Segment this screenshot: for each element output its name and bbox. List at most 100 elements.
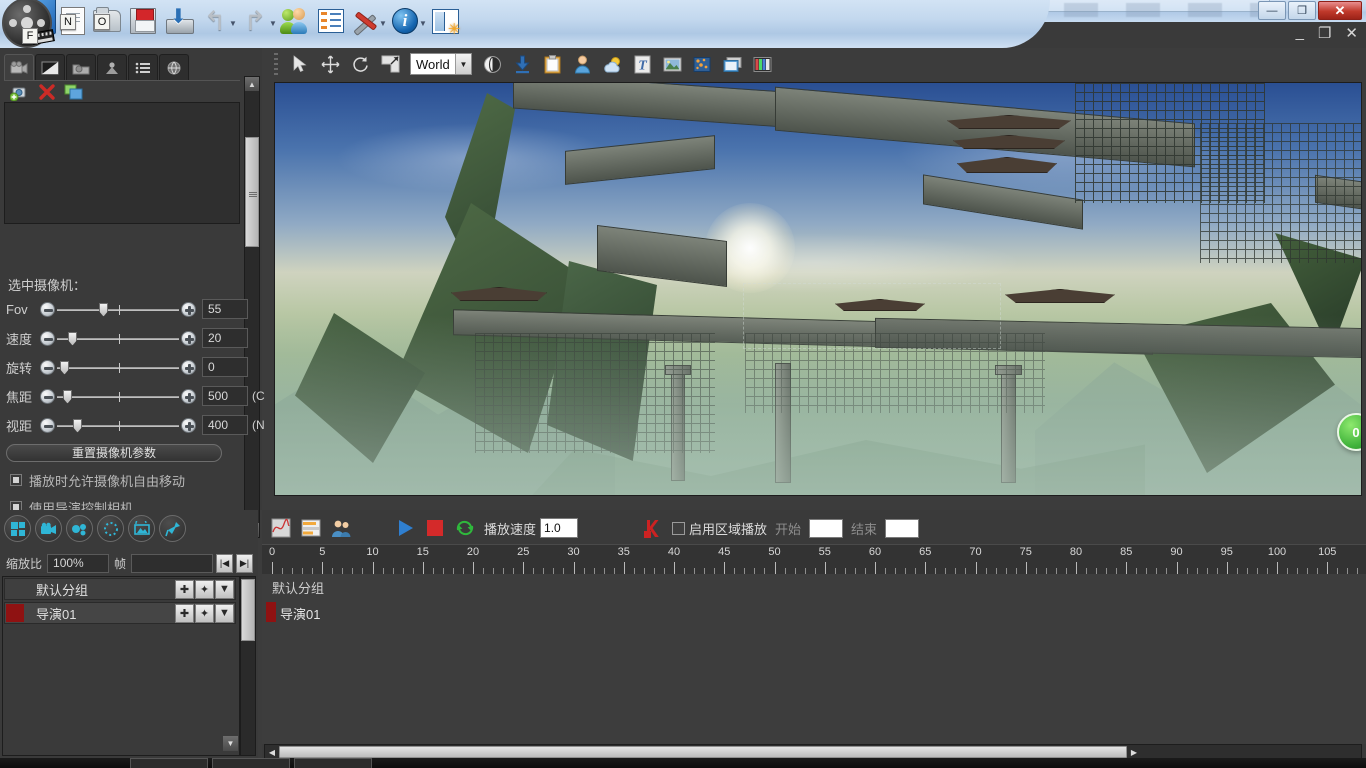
camera-list[interactable] (4, 102, 240, 224)
director-keyframe-button[interactable]: ✦ (195, 603, 214, 623)
zoom-ratio-input[interactable]: 100% (47, 553, 110, 573)
curve-editor-button[interactable] (266, 515, 296, 541)
director-menu-button[interactable]: ▼ (215, 603, 234, 623)
track-scrollbar-thumb[interactable] (241, 579, 255, 641)
weather-sky-button[interactable] (598, 51, 626, 77)
viewdistance-value-input[interactable]: 400 (202, 415, 248, 435)
track-list-scrollbar[interactable] (240, 576, 256, 756)
scrollbar-thumb[interactable] (245, 137, 259, 247)
region-start-input[interactable] (809, 518, 844, 538)
scale-tool-button[interactable] (376, 51, 404, 77)
rotation-increase-button[interactable] (181, 359, 196, 375)
loop-playback-button[interactable] (450, 515, 480, 541)
director-add-button[interactable]: ✚ (175, 603, 194, 623)
focal-slider-track[interactable] (57, 389, 179, 404)
focal-decrease-button[interactable] (40, 388, 55, 404)
save-as-button[interactable] (162, 4, 196, 38)
fov-slider-thumb[interactable] (99, 302, 108, 317)
speed-decrease-button[interactable] (40, 330, 55, 346)
taskbar-item[interactable] (212, 758, 290, 768)
maximize-button[interactable]: ❐ (1288, 1, 1316, 20)
clipboard-button[interactable] (538, 51, 566, 77)
undo-dropdown-caret-icon[interactable]: ▼ (228, 19, 238, 29)
tab-scene-folder[interactable] (66, 54, 96, 80)
select-tool-button[interactable] (286, 51, 314, 77)
timeline-characters-button[interactable] (326, 515, 356, 541)
particles-button[interactable] (688, 51, 716, 77)
viewdistance-increase-button[interactable] (181, 417, 196, 433)
app-restore-button[interactable]: ❐ (1318, 24, 1331, 42)
new-window-button[interactable] (428, 4, 462, 38)
info-button[interactable]: i (388, 4, 422, 38)
add-text-button[interactable]: T (628, 51, 656, 77)
go-to-last-frame-button[interactable]: ▶| (236, 553, 254, 573)
tools-button[interactable] (348, 4, 382, 38)
app-minimize-button[interactable]: _ (1296, 24, 1304, 42)
group-add-button[interactable]: ✚ (175, 579, 194, 599)
scroll-up-icon[interactable]: ▲ (245, 77, 259, 91)
screen-layers-button[interactable] (718, 51, 746, 77)
stop-button[interactable] (420, 515, 450, 541)
speed-increase-button[interactable] (181, 330, 196, 346)
speed-value-input[interactable]: 20 (202, 328, 248, 348)
tab-characters[interactable] (97, 54, 127, 80)
properties-button[interactable] (314, 4, 348, 38)
tab-camera[interactable] (4, 54, 34, 80)
group-keyframe-button[interactable]: ✦ (195, 579, 214, 599)
loop-button[interactable] (97, 515, 124, 542)
move-tool-button[interactable] (316, 51, 344, 77)
tab-gradient[interactable] (35, 54, 65, 80)
undo-button[interactable]: ↰ (198, 4, 232, 38)
fov-increase-button[interactable] (181, 301, 196, 317)
timeline-ruler[interactable]: 0 5 10 15 20 25 30 35 40 45 50 55 60 65 70 75 80 85 90 95 10… (262, 544, 1366, 574)
pin-button[interactable] (159, 515, 186, 542)
tools-dropdown-caret-icon[interactable]: ▼ (378, 19, 388, 29)
focal-value-input[interactable]: 500 (202, 386, 248, 406)
rotate-tool-button[interactable] (346, 51, 374, 77)
add-keyframe-button[interactable] (636, 515, 666, 541)
fov-value-input[interactable]: 55 (202, 299, 248, 319)
taskbar-item[interactable] (130, 758, 208, 768)
fov-decrease-button[interactable] (40, 301, 55, 317)
taskbar-item[interactable] (294, 758, 372, 768)
frame-input[interactable] (131, 553, 214, 573)
track-row-group[interactable]: 默认分组 ✚ ✦ ▼ (4, 578, 236, 600)
add-character-button[interactable] (568, 51, 596, 77)
viewdistance-slider-track[interactable] (57, 418, 179, 433)
focal-increase-button[interactable] (181, 388, 196, 404)
region-end-input[interactable] (885, 518, 920, 538)
rotation-slider-thumb[interactable] (60, 360, 69, 375)
redo-dropdown-caret-icon[interactable]: ▼ (268, 19, 278, 29)
rotation-value-input[interactable]: 0 (202, 357, 248, 377)
redo-button[interactable]: ↱ (238, 4, 272, 38)
viewport-3d[interactable]: 94% ⬇ 0.0K/s ☂ 23°C + 13 0 (274, 82, 1362, 496)
tab-globe[interactable] (159, 54, 189, 80)
track-row-director[interactable]: 导演01 ✚ ✦ ▼ (4, 602, 236, 624)
rotation-decrease-button[interactable] (40, 359, 55, 375)
color-bars-button[interactable] (748, 51, 776, 77)
gizmo-pivot-button[interactable] (478, 51, 506, 77)
scroll-left-icon[interactable]: ◀ (265, 745, 279, 759)
fov-slider-track[interactable] (57, 302, 179, 317)
timeline-tracks[interactable]: 默认分组 导演01 (262, 574, 1366, 744)
add-camera-track-button[interactable] (35, 515, 62, 542)
minimize-button[interactable]: — (1258, 1, 1286, 20)
dope-sheet-button[interactable] (296, 515, 326, 541)
chevron-down-icon[interactable]: ▼ (455, 54, 471, 74)
import-asset-button[interactable] (508, 51, 536, 77)
add-camera-icon[interactable] (10, 83, 30, 101)
info-dropdown-caret-icon[interactable]: ▼ (418, 19, 428, 29)
red-x-icon[interactable] (38, 83, 56, 101)
duplicate-icon[interactable] (64, 84, 84, 100)
save-button[interactable] (126, 4, 160, 38)
speed-slider-track[interactable] (57, 331, 179, 346)
characters-button[interactable] (278, 4, 312, 38)
viewdistance-decrease-button[interactable] (40, 417, 55, 433)
app-close-button[interactable]: ✕ (1345, 24, 1358, 42)
checkbox-free-move-box[interactable] (10, 474, 22, 486)
add-group-button[interactable] (4, 515, 31, 542)
add-object-track-button[interactable] (66, 515, 93, 542)
close-button[interactable]: ✕ (1318, 1, 1362, 20)
toolbar-drag-handle[interactable] (274, 53, 278, 75)
timeline-hscroll-thumb[interactable] (279, 746, 1127, 758)
